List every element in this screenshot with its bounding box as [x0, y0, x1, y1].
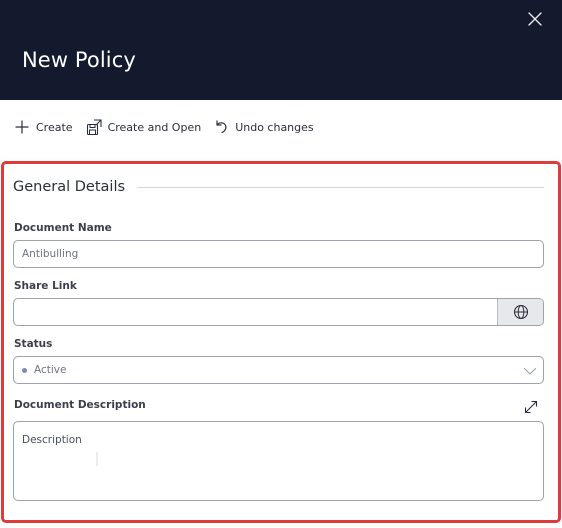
share-link-label: Share Link [14, 280, 77, 292]
status-value: Active [34, 364, 67, 376]
globe-icon [513, 304, 528, 320]
chevron-down-icon [523, 367, 537, 375]
dialog-title: New Policy [22, 48, 136, 72]
text-cursor-icon [96, 452, 98, 466]
dialog-header: New Policy [0, 0, 562, 100]
status-label: Status [14, 338, 53, 350]
undo-changes-button[interactable]: Undo changes [213, 119, 314, 135]
undo-icon [216, 120, 227, 134]
create-label: Create [36, 120, 73, 134]
document-name-label: Document Name [14, 222, 112, 234]
document-name-input[interactable]: Antibulling [13, 240, 544, 268]
create-button[interactable]: Create [14, 119, 73, 135]
section-divider [137, 186, 544, 188]
create-and-open-button[interactable]: Create and Open [85, 118, 202, 136]
expand-icon[interactable] [522, 398, 540, 416]
document-description-label: Document Description [14, 399, 146, 411]
status-select[interactable]: Active [13, 356, 544, 384]
status-dot [22, 368, 27, 373]
description-placeholder: Description [22, 434, 82, 446]
close-icon[interactable] [524, 8, 546, 30]
toolbar: Create Create and Open Undo changes [14, 116, 314, 138]
plus-icon [15, 120, 29, 134]
section-header: General Details [13, 177, 544, 197]
create-and-open-label: Create and Open [107, 120, 202, 134]
share-link-input[interactable] [13, 298, 544, 326]
document-description-textarea[interactable]: Description [13, 421, 544, 501]
document-name-value: Antibulling [22, 248, 79, 260]
section-title: General Details [13, 179, 126, 195]
save-open-icon [86, 119, 102, 136]
globe-button[interactable] [497, 299, 543, 325]
undo-changes-label: Undo changes [235, 120, 314, 134]
